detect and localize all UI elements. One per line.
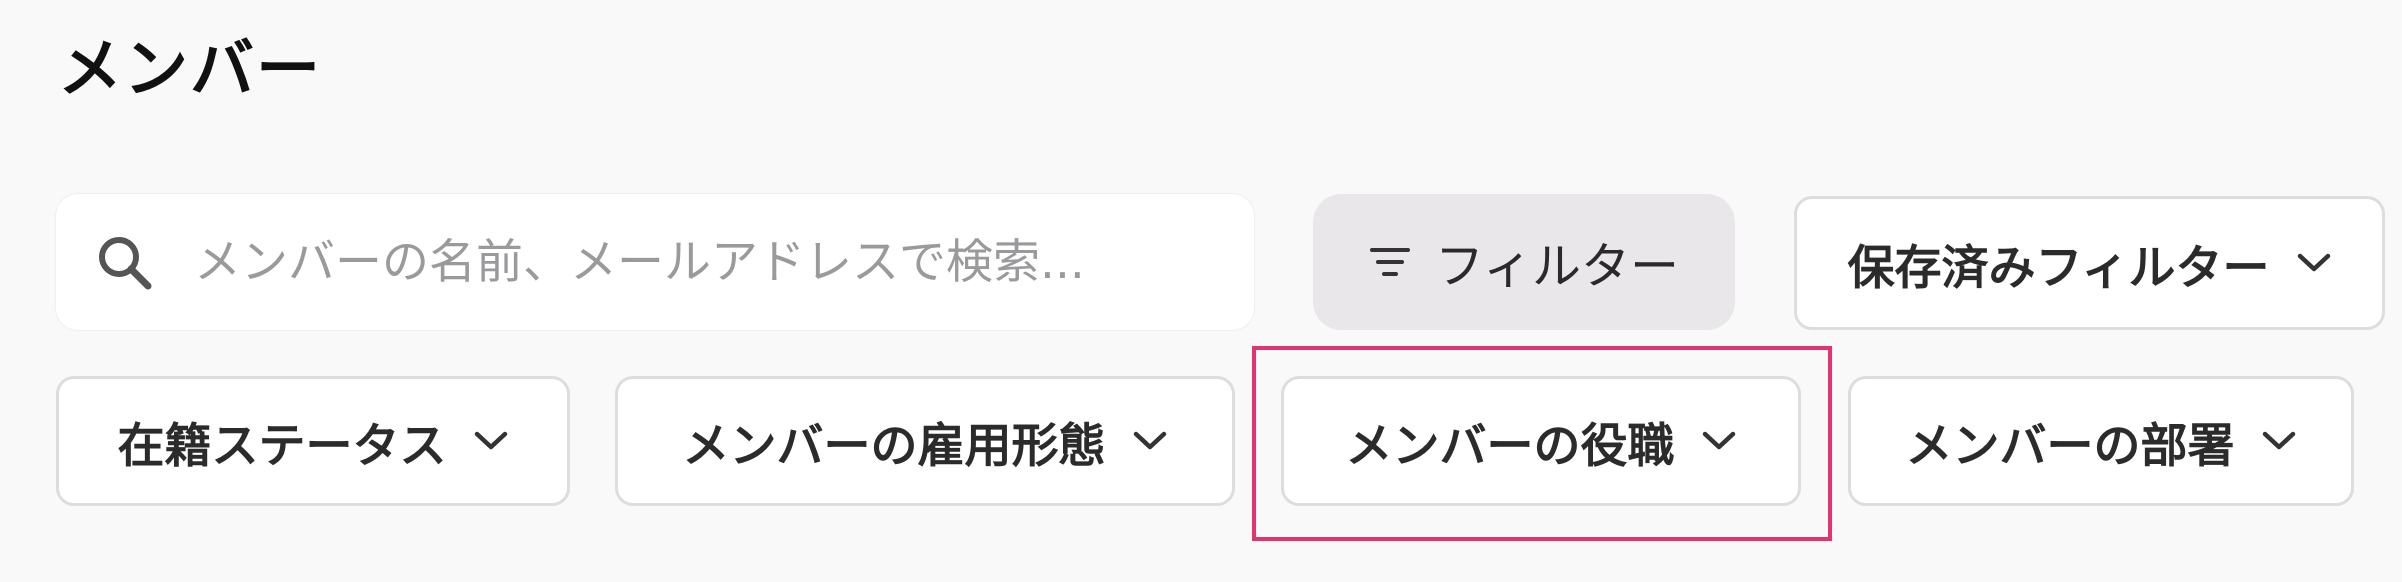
chevron-down-icon xyxy=(1702,431,1735,450)
search-box[interactable] xyxy=(56,194,1254,330)
employment-status-filter[interactable]: 在籍ステータス xyxy=(56,376,570,506)
employment-type-filter[interactable]: メンバーの雇用形態 xyxy=(615,376,1235,506)
filter-chip-label: メンバーの役職 xyxy=(1345,418,1675,474)
saved-filters-label: 保存済みフィルター xyxy=(1847,240,2270,296)
chevron-down-icon xyxy=(474,431,507,450)
saved-filters-dropdown[interactable]: 保存済みフィルター xyxy=(1794,196,2385,330)
filter-button[interactable]: フィルター xyxy=(1313,194,1735,330)
job-title-filter[interactable]: メンバーの役職 xyxy=(1281,376,1801,506)
search-icon xyxy=(99,237,152,290)
page-title: メンバー xyxy=(58,33,322,107)
chevron-down-icon xyxy=(2297,253,2330,272)
members-page: メンバー フィルター 保存済みフィルター 在籍ステータス メンバーの雇用形態 xyxy=(0,0,2402,582)
filter-button-label: フィルター xyxy=(1434,237,1680,295)
chevron-down-icon xyxy=(1133,431,1166,450)
filter-lines-icon xyxy=(1369,248,1410,276)
department-filter[interactable]: メンバーの部署 xyxy=(1848,376,2354,506)
search-input[interactable] xyxy=(194,234,1214,290)
chevron-down-icon xyxy=(2262,431,2295,450)
filter-chip-label: 在籍ステータス xyxy=(117,418,447,474)
filter-chip-label: メンバーの部署 xyxy=(1905,418,2235,474)
filter-chip-label: メンバーの雇用形態 xyxy=(682,418,1106,474)
